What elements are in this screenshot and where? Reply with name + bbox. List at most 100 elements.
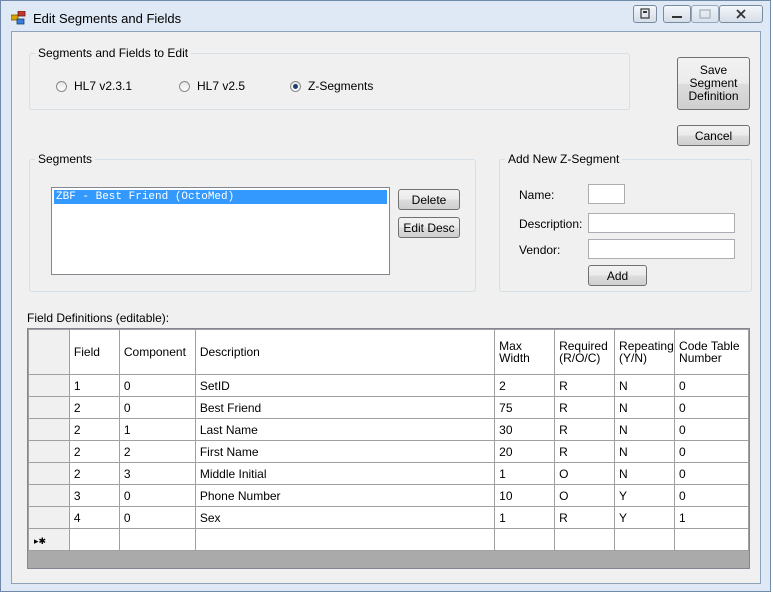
cell[interactable]: 1 bbox=[674, 506, 749, 529]
cell[interactable]: Sex bbox=[194, 506, 496, 529]
cell[interactable]: 0 bbox=[674, 462, 749, 485]
cell[interactable]: 20 bbox=[494, 440, 556, 463]
cell[interactable]: 0 bbox=[118, 506, 196, 529]
table-row[interactable]: 2 3 Middle Initial 1 O N 0 bbox=[28, 462, 749, 485]
column-header-max-width[interactable]: Max Width bbox=[494, 329, 556, 375]
cell[interactable]: 2 bbox=[68, 462, 120, 485]
segments-listbox[interactable]: ZBF - Best Friend (OctoMed) bbox=[51, 187, 390, 275]
app-icon bbox=[11, 11, 26, 25]
minimize-icon[interactable] bbox=[663, 5, 691, 23]
cell[interactable]: 0 bbox=[674, 374, 749, 397]
column-header-repeating[interactable]: Repeating (Y/N) bbox=[614, 329, 676, 375]
column-header-component[interactable]: Component bbox=[118, 329, 196, 375]
row-header[interactable] bbox=[28, 418, 70, 441]
row-header[interactable] bbox=[28, 396, 70, 419]
cell[interactable]: First Name bbox=[194, 440, 496, 463]
cell[interactable]: 0 bbox=[118, 374, 196, 397]
cancel-button[interactable]: Cancel bbox=[677, 125, 750, 146]
cell[interactable]: R bbox=[554, 440, 616, 463]
name-field[interactable] bbox=[588, 184, 625, 204]
description-field[interactable] bbox=[588, 213, 735, 233]
cell[interactable]: 1 bbox=[494, 506, 556, 529]
column-header-field[interactable]: Field bbox=[68, 329, 120, 375]
new-row-marker-icon: ▸✱ bbox=[28, 528, 70, 551]
cell[interactable]: N bbox=[614, 418, 676, 441]
cell[interactable]: 0 bbox=[118, 396, 196, 419]
cell[interactable]: 0 bbox=[674, 396, 749, 419]
cell[interactable]: Y bbox=[614, 484, 676, 507]
cell[interactable]: 0 bbox=[674, 440, 749, 463]
row-header[interactable] bbox=[28, 506, 70, 529]
maximize-icon[interactable] bbox=[691, 5, 719, 23]
cell[interactable]: R bbox=[554, 396, 616, 419]
field-definitions-grid[interactable]: Field Component Description Max Width Re… bbox=[27, 328, 750, 569]
cell[interactable]: R bbox=[554, 374, 616, 397]
cell[interactable]: 0 bbox=[674, 418, 749, 441]
radio-hl7-v25[interactable]: HL7 v2.5 bbox=[179, 79, 245, 93]
table-row[interactable]: 4 0 Sex 1 R Y 1 bbox=[28, 506, 749, 529]
cell[interactable]: R bbox=[554, 506, 616, 529]
row-header[interactable] bbox=[28, 374, 70, 397]
cell[interactable]: R bbox=[554, 418, 616, 441]
radio-z-segments[interactable]: Z-Segments bbox=[290, 79, 373, 93]
add-button[interactable]: Add bbox=[588, 265, 647, 286]
new-row[interactable]: ▸✱ bbox=[28, 528, 749, 551]
save-segment-definition-button[interactable]: Save Segment Definition bbox=[677, 57, 750, 110]
cell[interactable]: 1 bbox=[494, 462, 556, 485]
table-row[interactable]: 2 0 Best Friend 75 R N 0 bbox=[28, 396, 749, 419]
cell[interactable]: 10 bbox=[494, 484, 556, 507]
cell[interactable]: O bbox=[554, 462, 616, 485]
cell[interactable] bbox=[118, 528, 196, 551]
cell[interactable] bbox=[554, 528, 616, 551]
row-header[interactable] bbox=[28, 484, 70, 507]
restore-icon[interactable] bbox=[633, 5, 657, 23]
cell[interactable]: SetID bbox=[194, 374, 496, 397]
segment-list-item[interactable]: ZBF - Best Friend (OctoMed) bbox=[54, 190, 387, 204]
cell[interactable] bbox=[194, 528, 496, 551]
header-row: Field Component Description Max Width Re… bbox=[28, 329, 749, 375]
cell[interactable]: N bbox=[614, 462, 676, 485]
cell[interactable]: 0 bbox=[674, 484, 749, 507]
cell[interactable]: 2 bbox=[68, 440, 120, 463]
column-header-description[interactable]: Description bbox=[194, 329, 496, 375]
cell[interactable] bbox=[68, 528, 120, 551]
table-row[interactable]: 2 1 Last Name 30 R N 0 bbox=[28, 418, 749, 441]
cell[interactable]: O bbox=[554, 484, 616, 507]
cell[interactable]: N bbox=[614, 440, 676, 463]
cell[interactable]: N bbox=[614, 396, 676, 419]
table-row[interactable]: 1 0 SetID 2 R N 0 bbox=[28, 374, 749, 397]
vendor-field[interactable] bbox=[588, 239, 735, 259]
edit-desc-button[interactable]: Edit Desc bbox=[398, 217, 460, 238]
cell[interactable]: Phone Number bbox=[194, 484, 496, 507]
cell[interactable]: 2 bbox=[494, 374, 556, 397]
cell[interactable]: 4 bbox=[68, 506, 120, 529]
cell[interactable]: 0 bbox=[118, 484, 196, 507]
cell[interactable] bbox=[614, 528, 676, 551]
cell[interactable] bbox=[494, 528, 556, 551]
row-header-corner bbox=[28, 329, 70, 375]
cell[interactable]: 2 bbox=[118, 440, 196, 463]
table-row[interactable]: 3 0 Phone Number 10 O Y 0 bbox=[28, 484, 749, 507]
row-header[interactable] bbox=[28, 462, 70, 485]
cell[interactable]: 2 bbox=[68, 418, 120, 441]
row-header[interactable] bbox=[28, 440, 70, 463]
delete-button[interactable]: Delete bbox=[398, 189, 460, 210]
cell[interactable]: Best Friend bbox=[194, 396, 496, 419]
cell[interactable]: 30 bbox=[494, 418, 556, 441]
close-icon[interactable] bbox=[719, 5, 763, 23]
cell[interactable] bbox=[674, 528, 749, 551]
radio-hl7-v231[interactable]: HL7 v2.3.1 bbox=[56, 79, 132, 93]
cell[interactable]: 2 bbox=[68, 396, 120, 419]
column-header-code-table-number[interactable]: Code Table Number bbox=[674, 329, 749, 375]
cell[interactable]: Middle Initial bbox=[194, 462, 496, 485]
cell[interactable]: Y bbox=[614, 506, 676, 529]
cell[interactable]: 1 bbox=[68, 374, 120, 397]
column-header-required[interactable]: Required (R/O/C) bbox=[554, 329, 616, 375]
cell[interactable]: Last Name bbox=[194, 418, 496, 441]
cell[interactable]: 3 bbox=[68, 484, 120, 507]
table-row[interactable]: 2 2 First Name 20 R N 0 bbox=[28, 440, 749, 463]
cell[interactable]: 3 bbox=[118, 462, 196, 485]
cell[interactable]: 75 bbox=[494, 396, 556, 419]
cell[interactable]: N bbox=[614, 374, 676, 397]
cell[interactable]: 1 bbox=[118, 418, 196, 441]
